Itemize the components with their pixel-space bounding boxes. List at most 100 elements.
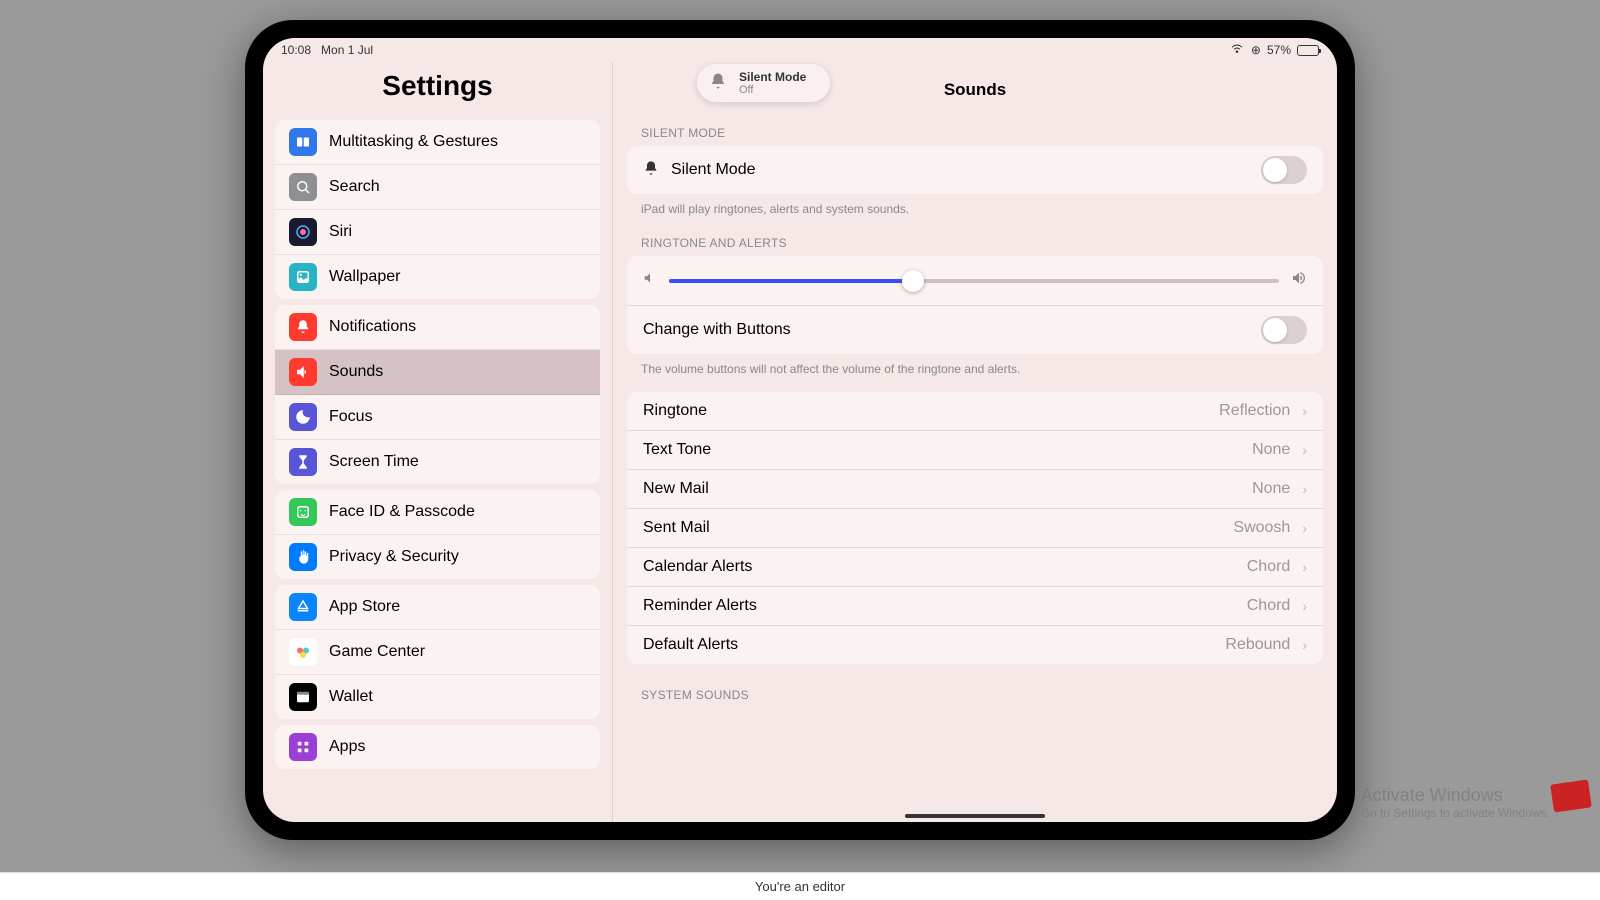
sidebar-item-label: Focus [329,408,373,426]
row-label: Reminder Alerts [643,597,1235,615]
screen: 10:08 Mon 1 Jul ⊕ 57% Settings Multitask… [263,38,1337,822]
volume-slider[interactable] [669,279,1279,283]
sidebar-item-label: App Store [329,598,400,616]
activate-windows-watermark: Activate Windows Go to Settings to activ… [1361,785,1550,820]
speaker-low-icon [643,271,657,290]
sidebar-item-app-store[interactable]: App Store [275,585,600,630]
moon-icon [289,403,317,431]
battery-icon [1297,45,1319,56]
row-value: Rebound [1225,636,1290,654]
settings-sidebar: Settings Multitasking & Gestures Search Si… [263,62,613,822]
row-value: None [1252,441,1290,459]
chevron-right-icon: › [1302,442,1307,458]
faceid-icon [289,498,317,526]
sidebar-item-label: Game Center [329,643,425,661]
silent-mode-notification: Silent Mode Off [697,64,830,102]
corner-badge [1550,779,1592,812]
chevron-right-icon: › [1302,598,1307,614]
search-icon [289,173,317,201]
wallpaper-icon [289,263,317,291]
sidebar-item-label: Privacy & Security [329,548,459,566]
sidebar-item-apps[interactable]: Apps [275,725,600,769]
system-sounds-header: SYSTEM SOUNDS [613,682,1337,706]
row-value: Reflection [1219,402,1290,420]
silent-mode-row[interactable]: Silent Mode [627,146,1323,194]
change-with-buttons-label: Change with Buttons [643,321,1249,339]
sidebar-item-label: Face ID & Passcode [329,503,475,521]
watermark-sub: Go to Settings to activate Windows. [1361,806,1550,820]
silent-mode-label: Silent Mode [671,161,1249,179]
wallet-icon [289,683,317,711]
status-time: 10:08 [281,43,311,57]
sidebar-item-label: Wallet [329,688,373,706]
sidebar-item-screen-time[interactable]: Screen Time [275,440,600,484]
sidebar-item-label: Sounds [329,363,383,381]
new-mail-row[interactable]: New MailNone› [627,470,1323,509]
chevron-right-icon: › [1302,520,1307,536]
sidebar-item-wallet[interactable]: Wallet [275,675,600,719]
sidebar-item-multitasking-gestures[interactable]: Multitasking & Gestures [275,120,600,165]
change-with-buttons-row[interactable]: Change with Buttons [627,306,1323,354]
silent-mode-header: SILENT MODE [613,120,1337,144]
reminder-alerts-row[interactable]: Reminder AlertsChord› [627,587,1323,626]
change-with-buttons-toggle[interactable] [1261,316,1307,344]
sidebar-title: Settings [263,62,612,114]
sidebar-item-label: Siri [329,223,352,241]
sidebar-item-game-center[interactable]: Game Center [275,630,600,675]
battery-percent: 57% [1267,43,1291,57]
sidebar-item-focus[interactable]: Focus [275,395,600,440]
silent-mode-footer: iPad will play ringtones, alerts and sys… [613,196,1337,230]
orientation-icon: ⊕ [1251,43,1261,57]
row-label: Ringtone [643,402,1207,420]
chevron-right-icon: › [1302,403,1307,419]
sidebar-item-siri[interactable]: Siri [275,210,600,255]
detail-pane: Silent Mode Off Sounds SILENT MODE Silen… [613,62,1337,822]
notification-subtitle: Off [739,84,806,96]
sidebar-item-label: Multitasking & Gestures [329,133,498,151]
row-label: New Mail [643,480,1240,498]
sidebar-item-label: Screen Time [329,453,419,471]
bell-icon [643,160,659,181]
status-date: Mon 1 Jul [321,43,373,57]
status-bar: 10:08 Mon 1 Jul ⊕ 57% [263,38,1337,62]
sidebar-item-label: Notifications [329,318,416,336]
editor-bar: You're an editor [0,872,1600,900]
wifi-icon [1229,41,1245,60]
sidebar-item-notifications[interactable]: Notifications [275,305,600,350]
silent-mode-toggle[interactable] [1261,156,1307,184]
notification-title: Silent Mode [739,70,806,84]
sidebar-item-sounds[interactable]: Sounds [275,350,600,395]
speaker-high-icon [1291,270,1307,291]
siri-icon [289,218,317,246]
sidebar-item-privacy-security[interactable]: Privacy & Security [275,535,600,579]
ringtone-row[interactable]: Ringtone Reflection › [627,392,1323,431]
speaker-icon [289,358,317,386]
sidebar-item-wallpaper[interactable]: Wallpaper [275,255,600,299]
tablet-frame: 10:08 Mon 1 Jul ⊕ 57% Settings Multitask… [245,20,1355,840]
chevron-right-icon: › [1302,559,1307,575]
watermark-title: Activate Windows [1361,785,1550,806]
row-label: Calendar Alerts [643,558,1235,576]
hourglass-icon [289,448,317,476]
calendar-alerts-row[interactable]: Calendar Alerts Chord › [627,548,1323,587]
bell-icon [289,313,317,341]
default-alerts-row[interactable]: Default Alerts Rebound › [627,626,1323,664]
sidebar-item-search[interactable]: Search [275,165,600,210]
gamecenter-icon [289,638,317,666]
row-label: Sent Mail [643,519,1221,537]
sidebar-item-label: Search [329,178,380,196]
row-value: Swoosh [1233,519,1290,537]
volume-slider-row [627,256,1323,306]
chevron-right-icon: › [1302,637,1307,653]
sent-mail-row[interactable]: Sent Mail Swoosh › [627,509,1323,548]
row-label: Text Tone [643,441,1240,459]
bell-icon [709,72,727,95]
apps-icon [289,733,317,761]
sidebar-item-face-id-passcode[interactable]: Face ID & Passcode [275,490,600,535]
home-indicator[interactable] [905,814,1045,818]
sidebar-item-label: Wallpaper [329,268,400,286]
multitask-icon [289,128,317,156]
text-tone-row[interactable]: Text Tone None › [627,431,1323,470]
row-label: Default Alerts [643,636,1213,654]
row-value: Chord [1247,558,1291,576]
